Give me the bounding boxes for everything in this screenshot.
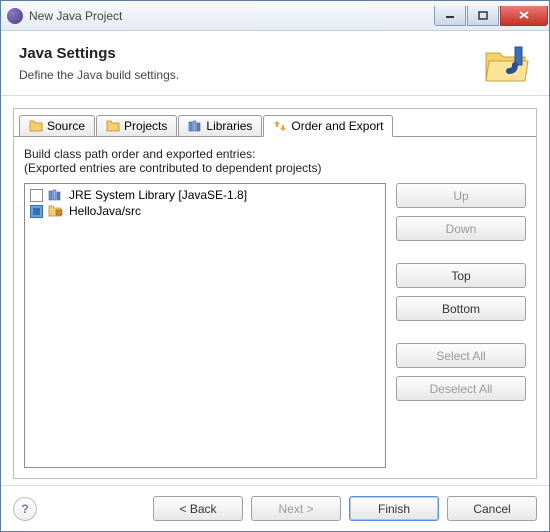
- library-icon: [188, 120, 202, 132]
- close-icon: [518, 10, 530, 20]
- close-button[interactable]: [500, 6, 548, 26]
- list-item-label: JRE System Library [JavaSE-1.8]: [69, 188, 247, 202]
- main-layout: JRE System Library [JavaSE-1.8] HelloJav…: [24, 183, 526, 468]
- minimize-icon: [445, 11, 455, 19]
- top-button[interactable]: Top: [396, 263, 526, 288]
- description-line-1: Build class path order and exported entr…: [24, 147, 526, 161]
- up-button[interactable]: Up: [396, 183, 526, 208]
- dialog-window: New Java Project Java Settings Define th…: [0, 0, 550, 532]
- tab-row: Source Projects Libraries Order and Expo…: [14, 109, 536, 136]
- folder-icon: [29, 120, 43, 132]
- select-all-button[interactable]: Select All: [396, 343, 526, 368]
- tab-label: Projects: [124, 119, 167, 133]
- wizard-buttons: < Back Next > Finish Cancel: [153, 496, 537, 521]
- dialog-body: Source Projects Libraries Order and Expo…: [1, 96, 549, 485]
- header-text: Java Settings Define the Java build sett…: [19, 45, 473, 82]
- description-line-2: (Exported entries are contributed to dep…: [24, 161, 526, 175]
- maximize-button[interactable]: [467, 6, 499, 26]
- tab-libraries[interactable]: Libraries: [178, 115, 262, 137]
- side-button-column: Up Down Top Bottom Select All Deselect A…: [396, 183, 526, 468]
- package-folder-icon: [48, 205, 64, 217]
- cancel-button[interactable]: Cancel: [447, 496, 537, 521]
- tab-label: Libraries: [206, 119, 252, 133]
- maximize-icon: [478, 11, 488, 20]
- dialog-header: Java Settings Define the Java build sett…: [1, 31, 549, 96]
- down-button[interactable]: Down: [396, 216, 526, 241]
- title-bar: New Java Project: [1, 1, 549, 31]
- help-button[interactable]: ?: [13, 497, 37, 521]
- list-item[interactable]: HelloJava/src: [28, 203, 382, 219]
- minimize-button[interactable]: [434, 6, 466, 26]
- tab-label: Order and Export: [291, 119, 383, 133]
- back-button[interactable]: < Back: [153, 496, 243, 521]
- next-button[interactable]: Next >: [251, 496, 341, 521]
- arrows-icon: [273, 120, 287, 132]
- eclipse-icon: [7, 8, 23, 24]
- dialog-footer: ? < Back Next > Finish Cancel: [1, 485, 549, 531]
- tab-label: Source: [47, 119, 85, 133]
- folder-icon: [106, 120, 120, 132]
- library-icon: [48, 189, 64, 201]
- finish-button[interactable]: Finish: [349, 496, 439, 521]
- list-item[interactable]: JRE System Library [JavaSE-1.8]: [28, 187, 382, 203]
- bottom-button[interactable]: Bottom: [396, 296, 526, 321]
- tab-panel-order-export: Build class path order and exported entr…: [14, 136, 536, 478]
- checkbox[interactable]: [30, 189, 43, 202]
- help-icon: ?: [21, 502, 28, 516]
- tab-projects[interactable]: Projects: [96, 115, 177, 137]
- page-subtitle: Define the Java build settings.: [19, 68, 473, 82]
- page-title: Java Settings: [19, 45, 473, 62]
- list-item-label: HelloJava/src: [69, 204, 141, 218]
- folder-java-icon: [483, 45, 531, 85]
- classpath-list[interactable]: JRE System Library [JavaSE-1.8] HelloJav…: [24, 183, 386, 468]
- tab-source[interactable]: Source: [19, 115, 95, 137]
- tab-order-export[interactable]: Order and Export: [263, 115, 393, 137]
- tab-container: Source Projects Libraries Order and Expo…: [13, 108, 537, 479]
- window-controls: [433, 6, 548, 26]
- checkbox[interactable]: [30, 205, 43, 218]
- deselect-all-button[interactable]: Deselect All: [396, 376, 526, 401]
- window-title: New Java Project: [29, 9, 433, 23]
